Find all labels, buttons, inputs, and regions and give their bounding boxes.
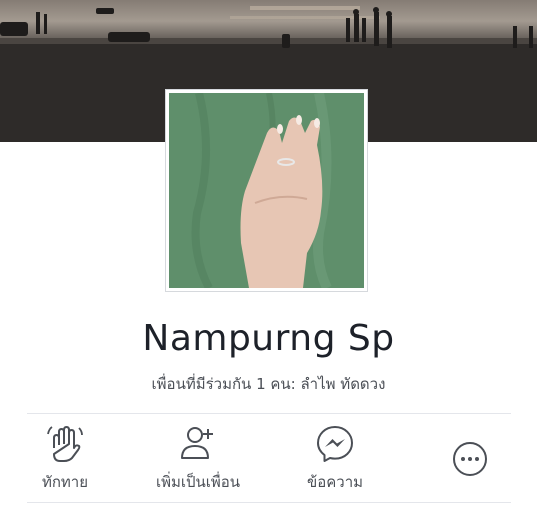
- message-button[interactable]: ข้อความ: [270, 414, 400, 502]
- wave-hand-icon: [47, 426, 83, 462]
- action-bar: ทักทาย เพิ่มเป็นเพื่อน ข้อความ: [0, 414, 537, 502]
- wave-button[interactable]: ทักทาย: [0, 414, 130, 502]
- add-friend-icon: [181, 427, 213, 459]
- hand-photo: [169, 93, 364, 288]
- wave-label: ทักทาย: [41, 473, 89, 491]
- profile-name: Nampurng Sp: [142, 318, 395, 359]
- add-friend-button[interactable]: เพิ่มเป็นเพื่อน: [133, 414, 263, 502]
- divider-bottom: [27, 502, 511, 503]
- more-options-icon: [453, 442, 487, 476]
- messenger-icon: [317, 426, 353, 462]
- profile-picture[interactable]: [165, 89, 368, 292]
- more-options-button[interactable]: [405, 414, 535, 502]
- add-friend-label: เพิ่มเป็นเพื่อน: [155, 473, 241, 491]
- message-label: ข้อความ: [306, 473, 364, 491]
- mutual-friends[interactable]: เพื่อนที่มีร่วมกัน 1 คน: ลำไพ ทัดดวง: [0, 372, 537, 396]
